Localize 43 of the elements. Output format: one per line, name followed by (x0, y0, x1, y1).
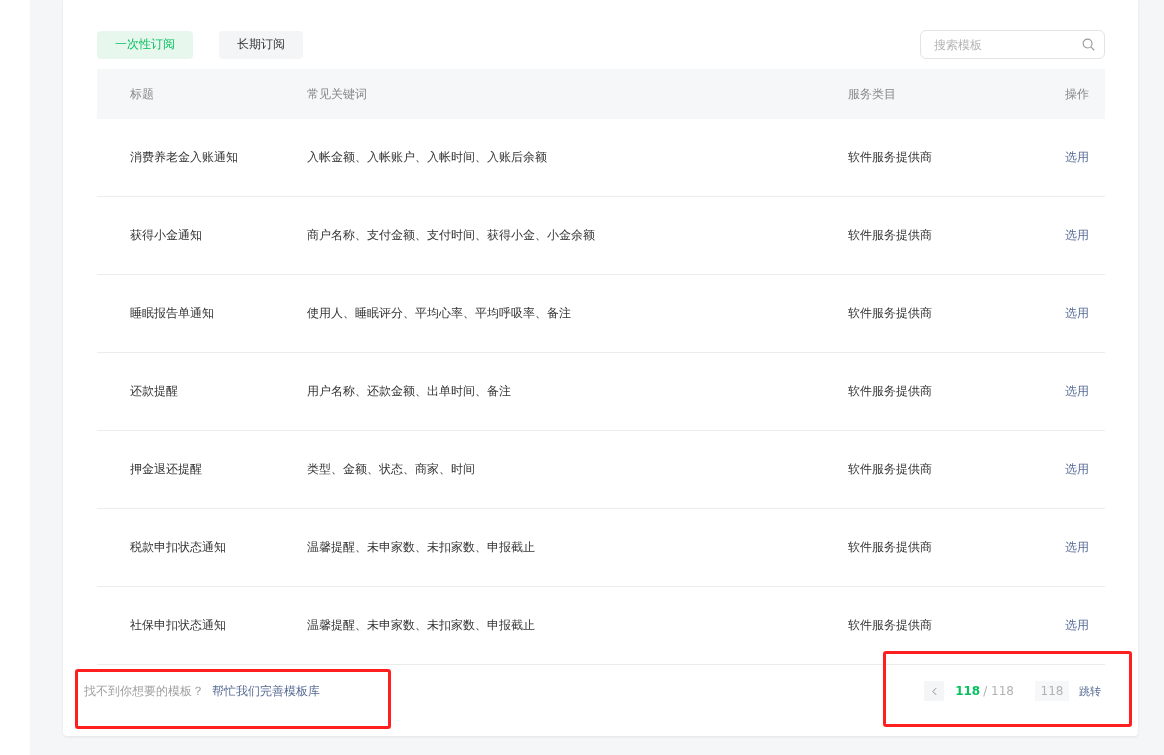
select-link[interactable]: 选用 (1065, 384, 1089, 398)
previous-page-button[interactable] (924, 681, 945, 701)
select-link[interactable]: 选用 (1065, 618, 1089, 632)
column-header: 操作 (1065, 85, 1089, 103)
table-cell: 软件服务提供商 (848, 149, 932, 166)
table-cell: 获得小金通知 (130, 227, 202, 244)
table-cell: 使用人、睡眠评分、平均心率、平均呼吸率、备注 (307, 305, 571, 322)
table-cell: 睡眠报告单通知 (130, 305, 214, 322)
search-icon (1082, 38, 1095, 51)
table-cell: 软件服务提供商 (848, 617, 932, 634)
table-cell: 商户名称、支付金额、支付时间、获得小金、小金余额 (307, 227, 595, 244)
select-link[interactable]: 选用 (1065, 462, 1089, 476)
table-cell: 软件服务提供商 (848, 227, 932, 244)
table-cell: 还款提醒 (130, 383, 178, 400)
select-link[interactable]: 选用 (1065, 228, 1089, 242)
table-cell: 软件服务提供商 (848, 305, 932, 322)
table-cell: 温馨提醒、未申家数、未扣家数、申报截止 (307, 617, 535, 634)
table-cell: 入帐金额、入帐账户、入帐时间、入账后余额 (307, 149, 547, 166)
table-cell: 温馨提醒、未申家数、未扣家数、申报截止 (307, 539, 535, 556)
table-cell: 软件服务提供商 (848, 539, 932, 556)
footer-note: 找不到你想要的模板？ (84, 682, 204, 700)
total-pages: / 118 (983, 684, 1014, 698)
table-cell: 用户名称、还款金额、出单时间、备注 (307, 383, 511, 400)
column-header: 标题 (130, 85, 154, 103)
select-link[interactable]: 选用 (1065, 540, 1089, 554)
table-cell: 软件服务提供商 (848, 461, 932, 478)
tab[interactable]: 长期订阅 (219, 30, 303, 59)
table-cell: 税款申扣状态通知 (130, 539, 226, 556)
column-header: 服务类目 (848, 85, 896, 103)
jump-link[interactable]: 跳转 (1079, 683, 1101, 699)
table-cell: 社保申扣状态通知 (130, 617, 226, 634)
table-cell: 消费养老金入账通知 (130, 149, 238, 166)
select-link[interactable]: 选用 (1065, 150, 1089, 164)
table-cell: 押金退还提醒 (130, 461, 202, 478)
search-field[interactable]: 搜索模板 (920, 30, 1105, 59)
column-header: 常见关键词 (307, 85, 367, 103)
select-link[interactable]: 选用 (1065, 306, 1089, 320)
page-input[interactable]: 118 (1035, 681, 1069, 701)
current-page: 118 (955, 684, 981, 698)
table-cell: 软件服务提供商 (848, 383, 932, 400)
help-link[interactable]: 帮忙我们完善模板库 (212, 682, 320, 700)
chevron-left-icon (931, 686, 937, 696)
table-cell: 类型、金额、状态、商家、时间 (307, 461, 475, 478)
